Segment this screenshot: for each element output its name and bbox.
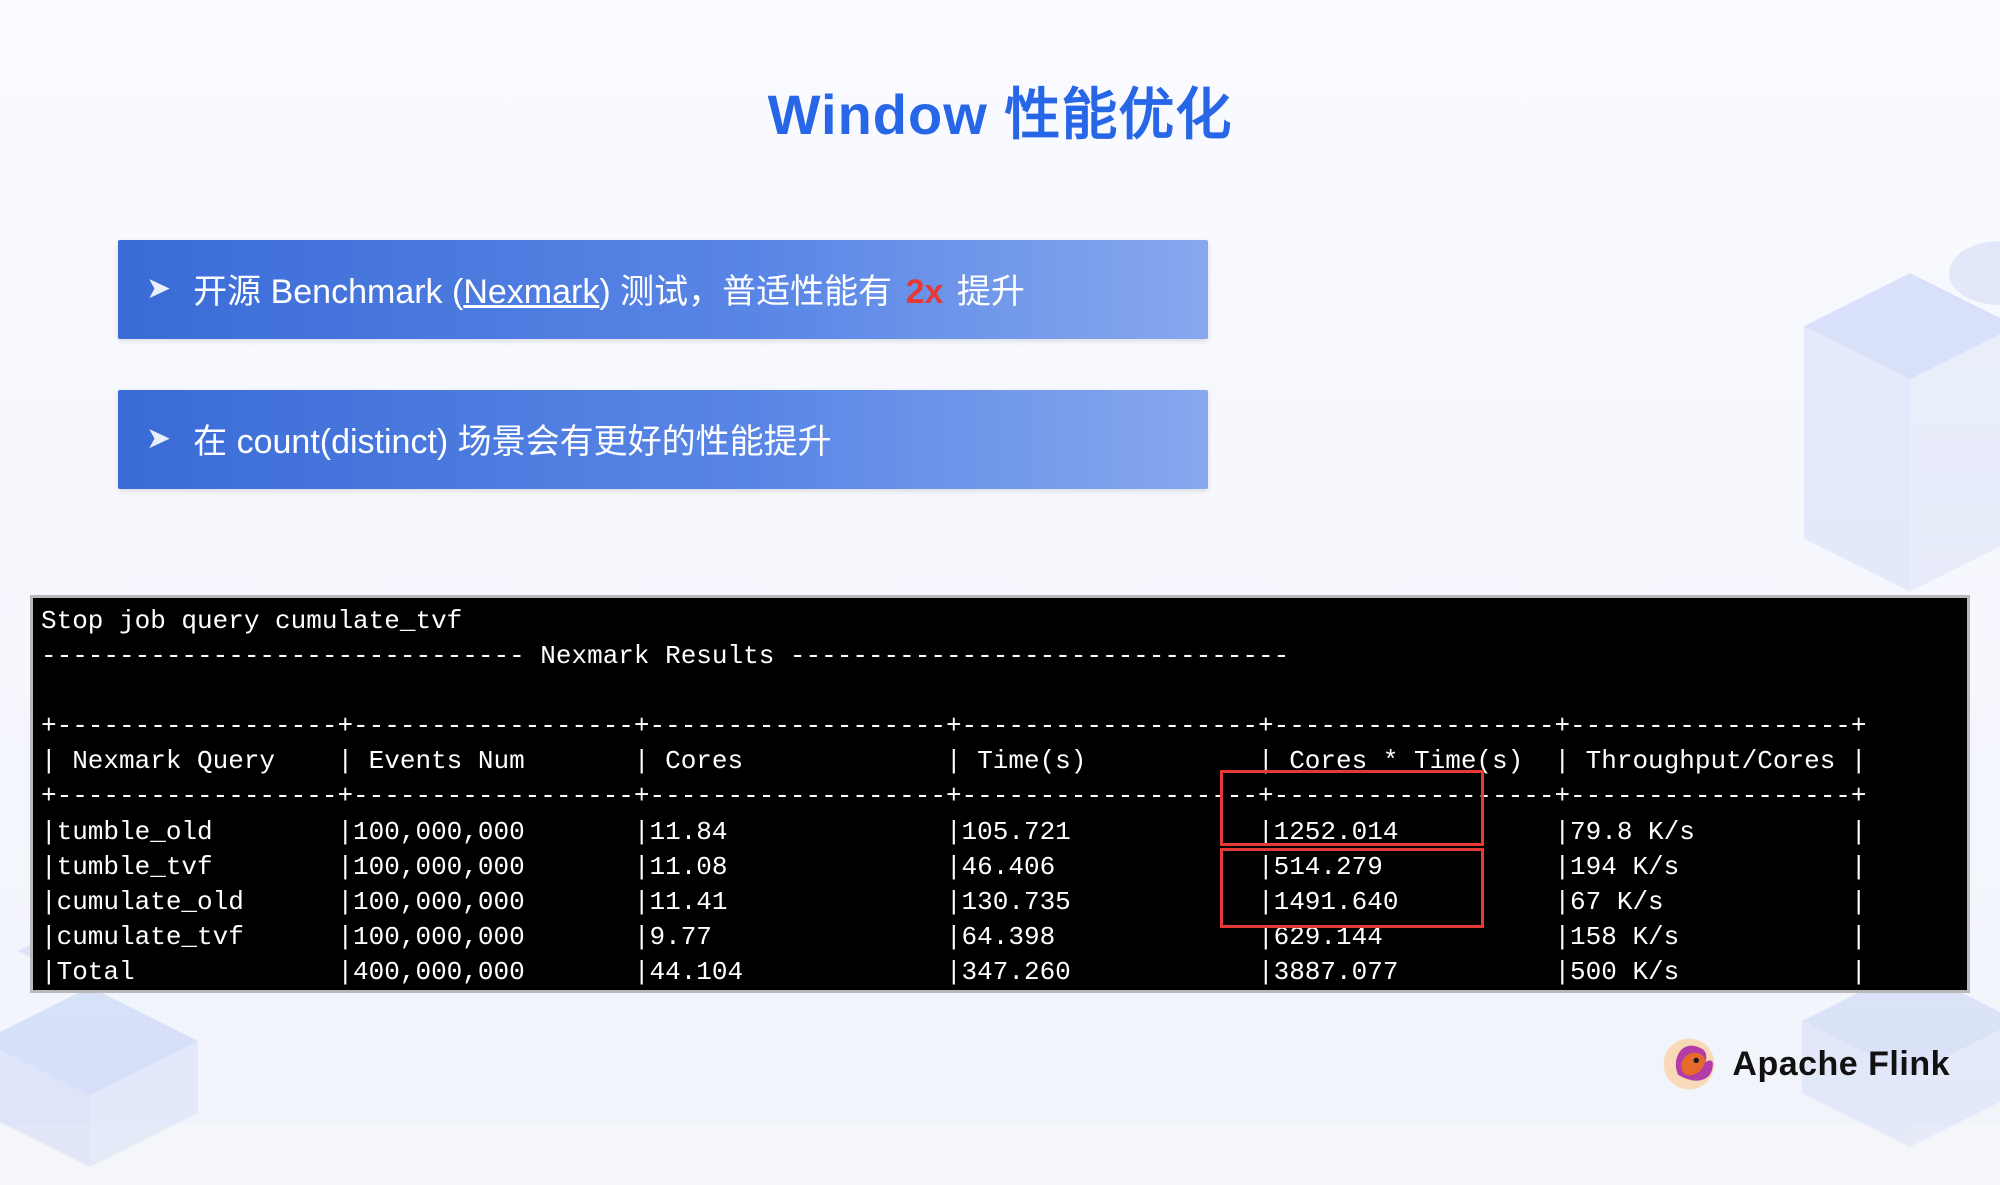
bullet-text: 在 count(distinct) 场景会有更好的性能提升 [193, 414, 832, 463]
bullet-text-part: 开源 Benchmark ( [193, 273, 463, 311]
brand-name: Apache Flink [1732, 1045, 1950, 1084]
brand-logo: Apache Flink [1660, 1035, 1950, 1093]
page-title: Window 性能优化 [0, 70, 2000, 151]
bullet-count-distinct: ➤ 在 count(distinct) 场景会有更好的性能提升 [118, 390, 1208, 489]
nexmark-link[interactable]: Nexmark [463, 273, 599, 311]
speedup-value: 2x [902, 273, 948, 311]
terminal-output: Stop job query cumulate_tvf ------------… [30, 595, 1970, 993]
bullet-text-part: 提升 [947, 273, 1024, 311]
chevron-icon: ➤ [146, 421, 171, 456]
bullet-text: 开源 Benchmark (Nexmark) 测试，普适性能有 2x 提升 [193, 264, 1025, 313]
chevron-icon: ➤ [146, 271, 171, 306]
flink-squirrel-icon [1660, 1035, 1718, 1093]
slide: Window 性能优化 ➤ 开源 Benchmark (Nexmark) 测试，… [0, 0, 2000, 1125]
bullet-benchmark: ➤ 开源 Benchmark (Nexmark) 测试，普适性能有 2x 提升 [118, 240, 1208, 339]
bullet-text-part: ) 测试，普适性能有 [599, 273, 901, 311]
